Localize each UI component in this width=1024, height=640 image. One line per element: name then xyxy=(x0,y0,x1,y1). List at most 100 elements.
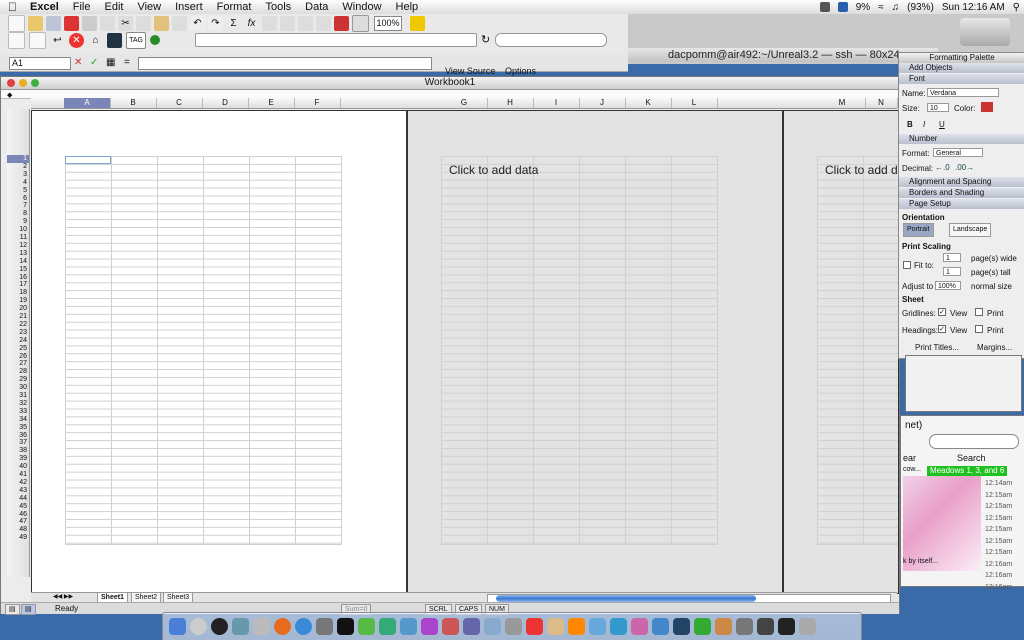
row-header[interactable]: 30 xyxy=(7,384,29,392)
column-header-m[interactable]: M xyxy=(819,98,866,108)
row-header[interactable]: 11 xyxy=(7,234,29,242)
row-header[interactable]: 32 xyxy=(7,400,29,408)
app-icon[interactable] xyxy=(715,618,732,635)
decrease-decimal-icon[interactable]: .00→ xyxy=(955,163,974,172)
bluetooth-icon[interactable] xyxy=(837,2,848,12)
page-1[interactable] xyxy=(31,110,407,594)
volume-percent[interactable]: 9% xyxy=(856,2,870,13)
stop-icon[interactable]: ✕ xyxy=(69,32,84,48)
back-arrow-icon[interactable]: ↩ xyxy=(50,33,65,48)
row-header[interactable]: 39 xyxy=(7,455,29,463)
print-preview-icon[interactable] xyxy=(100,15,115,31)
pages-tall-input[interactable]: 1 xyxy=(943,267,961,276)
excel-icon[interactable] xyxy=(694,618,711,635)
gridlines-print-checkbox[interactable] xyxy=(975,308,983,316)
formula-calculator-icon[interactable]: ▦ xyxy=(106,57,115,68)
portrait-button[interactable]: Portrait xyxy=(903,223,934,237)
app-icon[interactable] xyxy=(610,618,627,635)
row-header[interactable]: 7 xyxy=(7,202,29,210)
help-icon[interactable] xyxy=(410,16,425,31)
app-icon[interactable] xyxy=(442,618,459,635)
row-header[interactable]: 13 xyxy=(7,250,29,258)
word-icon[interactable] xyxy=(673,618,690,635)
toolbox-icon[interactable] xyxy=(334,15,349,31)
page-2[interactable]: Click to add data xyxy=(407,110,783,594)
fit-to-radio[interactable] xyxy=(903,261,911,269)
safari-icon[interactable] xyxy=(295,618,312,635)
row-header[interactable]: 9 xyxy=(7,218,29,226)
battery-text[interactable]: (93%) xyxy=(907,2,934,13)
app-icon[interactable] xyxy=(421,618,438,635)
page-layout-view-icon[interactable]: ▤ xyxy=(21,604,36,615)
row-header[interactable]: 47 xyxy=(7,518,29,526)
app-icon[interactable] xyxy=(505,618,522,635)
row-header[interactable]: 31 xyxy=(7,392,29,400)
app-icon[interactable] xyxy=(631,618,648,635)
row-header[interactable]: 16 xyxy=(7,274,29,282)
menu-app[interactable]: Excel xyxy=(23,0,66,14)
row-header[interactable]: 14 xyxy=(7,258,29,266)
underline-icon[interactable]: U xyxy=(939,120,945,129)
font-color-swatch-icon[interactable] xyxy=(981,102,993,112)
formula-input[interactable] xyxy=(138,57,432,70)
row-header[interactable]: 15 xyxy=(7,266,29,274)
landscape-button[interactable]: Landscape xyxy=(949,223,992,237)
window-title-bar[interactable]: Workbook1 xyxy=(1,77,899,90)
preview-icon[interactable] xyxy=(232,618,249,635)
cell-grid[interactable] xyxy=(817,156,898,545)
zoom-window-icon[interactable] xyxy=(31,79,39,87)
wifi-icon[interactable]: ≈ xyxy=(878,2,884,13)
sigma-icon[interactable]: Σ xyxy=(226,16,241,31)
chat-window[interactable]: net) ear Search cow... Meadows 1, 3, and… xyxy=(900,415,1024,591)
trash-icon[interactable] xyxy=(799,618,816,635)
font-name-select[interactable]: Verdana xyxy=(927,88,999,97)
search-input[interactable] xyxy=(495,33,607,47)
row-header[interactable]: 45 xyxy=(7,503,29,511)
row-header[interactable]: 44 xyxy=(7,495,29,503)
pdf-icon[interactable] xyxy=(8,31,25,49)
app-icon[interactable] xyxy=(757,618,774,635)
itunes-icon[interactable] xyxy=(400,618,417,635)
select-all-icon[interactable]: ◆ xyxy=(7,91,12,99)
menu-extra-icon[interactable] xyxy=(819,2,830,12)
copy-icon[interactable] xyxy=(136,15,151,31)
column-header-a[interactable]: A xyxy=(64,98,111,108)
menu-tools[interactable]: Tools xyxy=(258,0,298,14)
column-header-d[interactable]: D xyxy=(202,98,249,108)
menu-insert[interactable]: Insert xyxy=(168,0,210,14)
column-header-k[interactable]: K xyxy=(625,98,672,108)
column-header-c[interactable]: C xyxy=(156,98,203,108)
adjust-to-input[interactable]: 100% xyxy=(935,281,961,290)
palette-title[interactable]: Formatting Palette xyxy=(899,53,1024,63)
open-folder-icon[interactable] xyxy=(28,15,43,31)
row-header[interactable]: 21 xyxy=(7,313,29,321)
spotlight-icon[interactable]: ⚲ xyxy=(1013,2,1020,13)
menu-edit[interactable]: Edit xyxy=(97,0,130,14)
equals-icon[interactable]: = xyxy=(124,57,130,68)
cell-grid[interactable] xyxy=(65,156,342,545)
page-3[interactable]: Click to add d xyxy=(783,110,899,594)
globe-icon[interactable] xyxy=(150,35,160,45)
row-header[interactable]: 8 xyxy=(7,210,29,218)
row-header[interactable]: 28 xyxy=(7,368,29,376)
menu-window[interactable]: Window xyxy=(335,0,388,14)
zoom-select[interactable]: 100% xyxy=(374,16,402,31)
row-header[interactable]: 12 xyxy=(7,242,29,250)
row-header[interactable]: 29 xyxy=(7,376,29,384)
app-icon[interactable] xyxy=(526,618,543,635)
column-header-g[interactable]: G xyxy=(441,98,488,108)
column-header-n[interactable]: N xyxy=(865,98,898,108)
font-size-select[interactable]: 10 xyxy=(927,103,949,112)
italic-icon[interactable]: I xyxy=(923,120,925,129)
gridlines-view-checkbox[interactable]: ✓ xyxy=(938,308,946,316)
bold-icon[interactable]: B xyxy=(907,120,913,129)
redo-icon[interactable]: ↷ xyxy=(208,15,223,31)
scroll-thumb[interactable] xyxy=(496,595,756,602)
row-header[interactable]: 1 xyxy=(7,155,29,163)
background-window[interactable] xyxy=(905,355,1022,412)
section-font[interactable]: Font xyxy=(899,74,1024,84)
firefox-icon[interactable] xyxy=(274,618,291,635)
text-box-icon[interactable] xyxy=(352,14,369,32)
app-icon[interactable] xyxy=(547,618,564,635)
row-header[interactable]: 6 xyxy=(7,195,29,203)
